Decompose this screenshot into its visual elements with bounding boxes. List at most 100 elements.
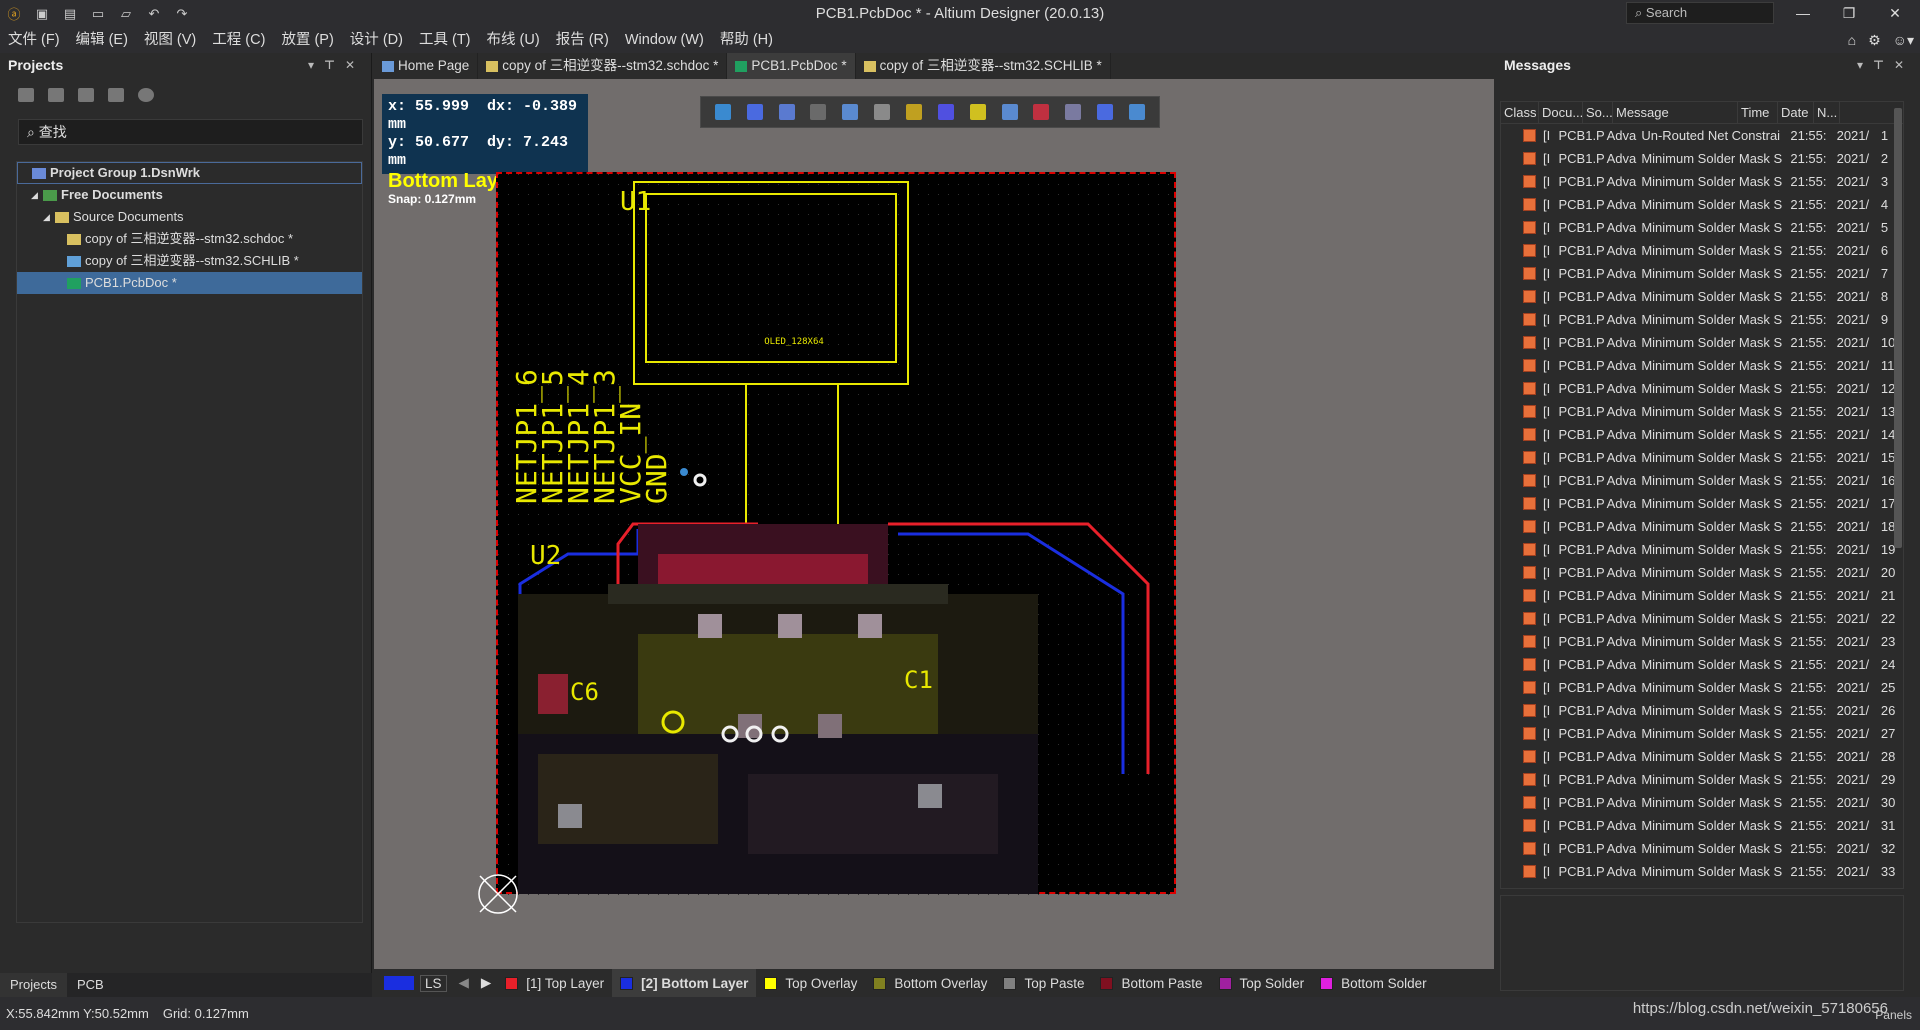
message-row[interactable]: [I PCB1.PcAdva Minimum Solder Mask S 21:55:… <box>1501 354 1903 377</box>
doc-tab[interactable]: copy of 三相逆变器--stm32.SCHLIB * <box>856 53 1111 79</box>
column-header[interactable]: Message <box>1613 102 1738 123</box>
tree-node[interactable]: PCB1.PcbDoc * <box>17 272 362 294</box>
home-icon[interactable]: ⌂ <box>1848 32 1856 48</box>
layer-next-icon[interactable]: ▶ <box>475 975 497 991</box>
polygon-icon[interactable] <box>1001 104 1018 120</box>
global-search[interactable]: ⌕ Search <box>1626 2 1774 24</box>
maximize-button[interactable]: ❐ <box>1826 0 1872 27</box>
column-header[interactable]: Docu... <box>1539 102 1583 123</box>
tree-node[interactable]: ◢ Source Documents <box>17 206 362 228</box>
open-icon[interactable] <box>78 88 94 102</box>
message-row[interactable]: [I PCB1.PcAdva Un-Routed Net Constrai 21:55… <box>1501 124 1903 147</box>
save-all-icon[interactable]: ▤ <box>62 6 78 22</box>
open-project-icon[interactable]: ▱ <box>118 6 134 22</box>
text-icon[interactable] <box>1097 104 1114 120</box>
message-row[interactable]: [I PCB1.PcAdva Minimum Solder Mask S 21:55:… <box>1501 515 1903 538</box>
message-row[interactable]: [I PCB1.PcAdva Minimum Solder Mask S 21:55:… <box>1501 791 1903 814</box>
message-row[interactable]: [I PCB1.PcAdva Minimum Solder Mask S 21:55:… <box>1501 699 1903 722</box>
tab-pcb[interactable]: PCB <box>67 973 114 997</box>
message-row[interactable]: [I PCB1.PcAdva Minimum Solder Mask S 21:55:… <box>1501 147 1903 170</box>
messages-panel-controls[interactable]: ▾⊤✕ <box>1857 53 1914 77</box>
message-row[interactable]: [I PCB1.PcAdva Minimum Solder Mask S 21:55:… <box>1501 722 1903 745</box>
menu-reports[interactable]: 报告 (R) <box>548 27 617 53</box>
doc-tab[interactable]: Home Page <box>374 53 479 79</box>
tab-projects[interactable]: Projects <box>0 973 67 997</box>
message-row[interactable]: [I PCB1.PcAdva Minimum Solder Mask S 21:55:… <box>1501 400 1903 423</box>
ls-button[interactable]: LS <box>420 974 447 992</box>
dimension-icon[interactable] <box>1065 104 1082 120</box>
message-row[interactable]: [I PCB1.PcAdva Minimum Solder Mask S 21:55:… <box>1501 216 1903 239</box>
message-row[interactable]: [I PCB1.PcAdva Minimum Solder Mask S 21:55:… <box>1501 423 1903 446</box>
message-row[interactable]: [I PCB1.PcAdva Minimum Solder Mask S 21:55:… <box>1501 331 1903 354</box>
tree-expand-icon[interactable]: ◢ <box>43 206 55 228</box>
tree-node[interactable]: ◢ Free Documents <box>17 184 362 206</box>
menu-window[interactable]: Window (W) <box>617 27 712 53</box>
close-doc-icon[interactable] <box>108 88 124 102</box>
column-header[interactable]: So... <box>1583 102 1613 123</box>
column-header[interactable]: Date <box>1778 102 1814 123</box>
menu-design[interactable]: 设计 (D) <box>342 27 411 53</box>
tree-expand-icon[interactable]: ◢ <box>31 184 43 206</box>
message-row[interactable]: [I PCB1.PcAdva Minimum Solder Mask S 21:55:… <box>1501 446 1903 469</box>
message-row[interactable]: [I PCB1.PcAdva Minimum Solder Mask S 21:55:… <box>1501 193 1903 216</box>
menu-help[interactable]: 帮助 (H) <box>712 27 781 53</box>
menu-route[interactable]: 布线 (U) <box>479 27 548 53</box>
menu-edit[interactable]: 编辑 (E) <box>68 27 136 53</box>
minimize-button[interactable]: — <box>1780 0 1826 27</box>
component-icon[interactable] <box>874 104 891 120</box>
via-icon[interactable] <box>969 104 986 120</box>
layer-tab[interactable]: Top Solder <box>1211 969 1313 997</box>
panels-button[interactable]: Panels <box>1875 1008 1912 1022</box>
tree-node[interactable]: Project Group 1.DsnWrk <box>17 162 362 184</box>
message-row[interactable]: [I PCB1.PcAdva Minimum Solder Mask S 21:55:… <box>1501 469 1903 492</box>
layer-tab[interactable]: [1] Top Layer <box>497 969 612 997</box>
tree-node[interactable]: copy of 三相逆变器--stm32.SCHLIB * <box>17 250 362 272</box>
message-row[interactable]: [I PCB1.PcAdva Minimum Solder Mask S 21:55:… <box>1501 860 1903 883</box>
message-row[interactable]: [I PCB1.PcAdva Minimum Solder Mask S 21:55:… <box>1501 492 1903 515</box>
messages-scrollbar[interactable] <box>1894 108 1902 548</box>
menu-place[interactable]: 放置 (P) <box>273 27 341 53</box>
layer-tab[interactable]: Top Overlay <box>756 969 865 997</box>
layer-tab[interactable]: Bottom Overlay <box>865 969 995 997</box>
save-project-icon[interactable] <box>18 88 34 102</box>
message-row[interactable]: [I PCB1.PcAdva Minimum Solder Mask S 21:55:… <box>1501 170 1903 193</box>
message-row[interactable]: [I PCB1.PcAdva Minimum Solder Mask S 21:55:… <box>1501 768 1903 791</box>
user-icon[interactable]: ☺▾ <box>1893 32 1914 49</box>
message-row[interactable]: [I PCB1.PcAdva Minimum Solder Mask S 21:55:… <box>1501 745 1903 768</box>
menu-tools[interactable]: 工具 (T) <box>411 27 479 53</box>
projects-search-input[interactable]: ⌕ 查找 <box>18 119 363 145</box>
message-row[interactable]: [I PCB1.PcAdva Minimum Solder Mask S 21:55:… <box>1501 653 1903 676</box>
align-icon[interactable] <box>842 104 859 120</box>
interactive-route-icon[interactable] <box>905 104 922 120</box>
save-icon[interactable]: ▣ <box>34 6 50 22</box>
tree-node[interactable]: copy of 三相逆变器--stm32.schdoc * <box>17 228 362 250</box>
menu-file[interactable]: 文件 (F) <box>0 27 68 53</box>
doc-tab[interactable]: copy of 三相逆变器--stm32.schdoc * <box>478 53 728 79</box>
column-header[interactable]: N... <box>1814 102 1840 123</box>
pcb-board[interactable]: OLED_128X64 U1 NETJP1_6 NETJP1_5 NETJP1_… <box>496 172 1178 896</box>
doc-tab[interactable]: PCB1.PcbDoc * <box>727 53 856 79</box>
message-row[interactable]: [I PCB1.PcAdva Minimum Solder Mask S 21:55:… <box>1501 814 1903 837</box>
message-row[interactable]: [I PCB1.PcAdva Minimum Solder Mask S 21:55:… <box>1501 538 1903 561</box>
diff-pair-icon[interactable] <box>937 104 954 120</box>
message-row[interactable]: [I PCB1.PcAdva Minimum Solder Mask S 21:55:… <box>1501 676 1903 699</box>
message-row[interactable]: [I PCB1.PcAdva Minimum Solder Mask S 21:55:… <box>1501 262 1903 285</box>
current-layer-swatch[interactable] <box>384 976 414 990</box>
message-row[interactable]: [I PCB1.PcAdva Minimum Solder Mask S 21:55:… <box>1501 377 1903 400</box>
message-row[interactable]: [I PCB1.PcAdva Minimum Solder Mask S 21:55:… <box>1501 630 1903 653</box>
message-row[interactable]: [I PCB1.PcAdva Minimum Solder Mask S 21:55:… <box>1501 607 1903 630</box>
select-rect-icon[interactable] <box>810 104 827 120</box>
undo-icon[interactable]: ↶ <box>146 6 162 22</box>
message-row[interactable]: [I PCB1.PcAdva Minimum Solder Mask S 21:55:… <box>1501 584 1903 607</box>
menu-project[interactable]: 工程 (C) <box>204 27 273 53</box>
menu-view[interactable]: 视图 (V) <box>136 27 204 53</box>
line-icon[interactable] <box>1128 104 1145 120</box>
message-row[interactable]: [I PCB1.PcAdva Minimum Solder Mask S 21:55:… <box>1501 308 1903 331</box>
compile-icon[interactable] <box>48 88 64 102</box>
route-icon[interactable] <box>746 104 763 120</box>
settings-icon[interactable] <box>138 88 154 102</box>
layer-tab[interactable]: Bottom Solder <box>1312 969 1435 997</box>
layer-tab[interactable]: Top Paste <box>995 969 1092 997</box>
message-row[interactable]: [I PCB1.PcAdva Minimum Solder Mask S 21:55:… <box>1501 561 1903 584</box>
open-folder-icon[interactable]: ▭ <box>90 6 106 22</box>
